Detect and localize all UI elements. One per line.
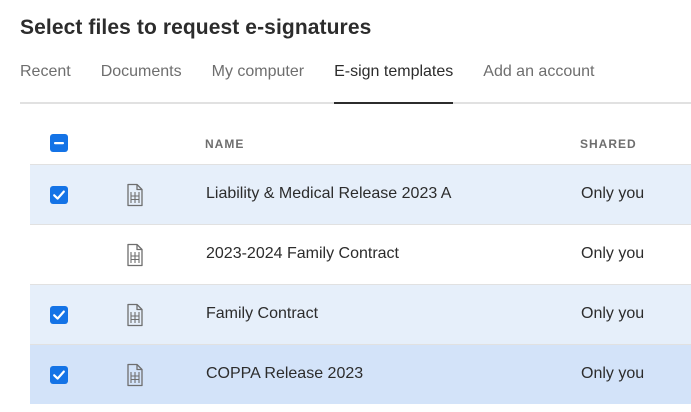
column-header-name[interactable]: NAME	[205, 137, 244, 151]
templates-table: NAME SHARED Liability & Medical Release …	[30, 122, 691, 404]
file-name: Liability & Medical Release 2023 A	[206, 185, 452, 202]
row-checkbox[interactable]	[50, 306, 68, 324]
shared-status: Only you	[581, 365, 645, 382]
checkmark-icon	[53, 370, 65, 380]
source-tabs: Recent Documents My computer E-sign temp…	[20, 52, 691, 104]
tab-recent[interactable]: Recent	[20, 52, 71, 102]
template-document-icon	[124, 303, 146, 327]
file-name: 2023-2024 Family Contract	[206, 245, 399, 262]
table-header: NAME SHARED	[30, 122, 691, 164]
row-checkbox[interactable]	[50, 246, 68, 264]
template-document-icon	[124, 363, 146, 387]
shared-status: Only you	[581, 245, 645, 262]
tab-my-computer[interactable]: My computer	[212, 52, 304, 102]
shared-status: Only you	[581, 185, 645, 202]
file-name: COPPA Release 2023	[206, 365, 364, 382]
template-document-icon	[124, 243, 146, 267]
shared-status: Only you	[581, 305, 645, 322]
checkmark-icon	[53, 190, 65, 200]
table-row[interactable]: Liability & Medical Release 2023 A Only y…	[30, 164, 691, 224]
tab-add-an-account[interactable]: Add an account	[483, 52, 594, 102]
file-picker-dialog: Select files to request e-signatures Rec…	[0, 0, 691, 412]
select-all-checkbox[interactable]	[50, 134, 68, 152]
tab-documents[interactable]: Documents	[101, 52, 182, 102]
minus-icon	[54, 142, 64, 145]
row-checkbox[interactable]	[50, 366, 68, 384]
dialog-title: Select files to request e-signatures	[20, 16, 372, 39]
file-name: Family Contract	[206, 305, 319, 322]
checkmark-icon	[53, 310, 65, 320]
column-header-shared[interactable]: SHARED	[580, 137, 637, 151]
table-row[interactable]: COPPA Release 2023 Only you	[30, 344, 691, 404]
row-checkbox[interactable]	[50, 186, 68, 204]
tab-e-sign-templates[interactable]: E-sign templates	[334, 52, 454, 104]
table-row[interactable]: Family Contract Only you	[30, 284, 691, 344]
template-document-icon	[124, 183, 146, 207]
table-row[interactable]: 2023-2024 Family Contract Only you	[30, 224, 691, 284]
table-body: Liability & Medical Release 2023 A Only y…	[30, 164, 691, 404]
